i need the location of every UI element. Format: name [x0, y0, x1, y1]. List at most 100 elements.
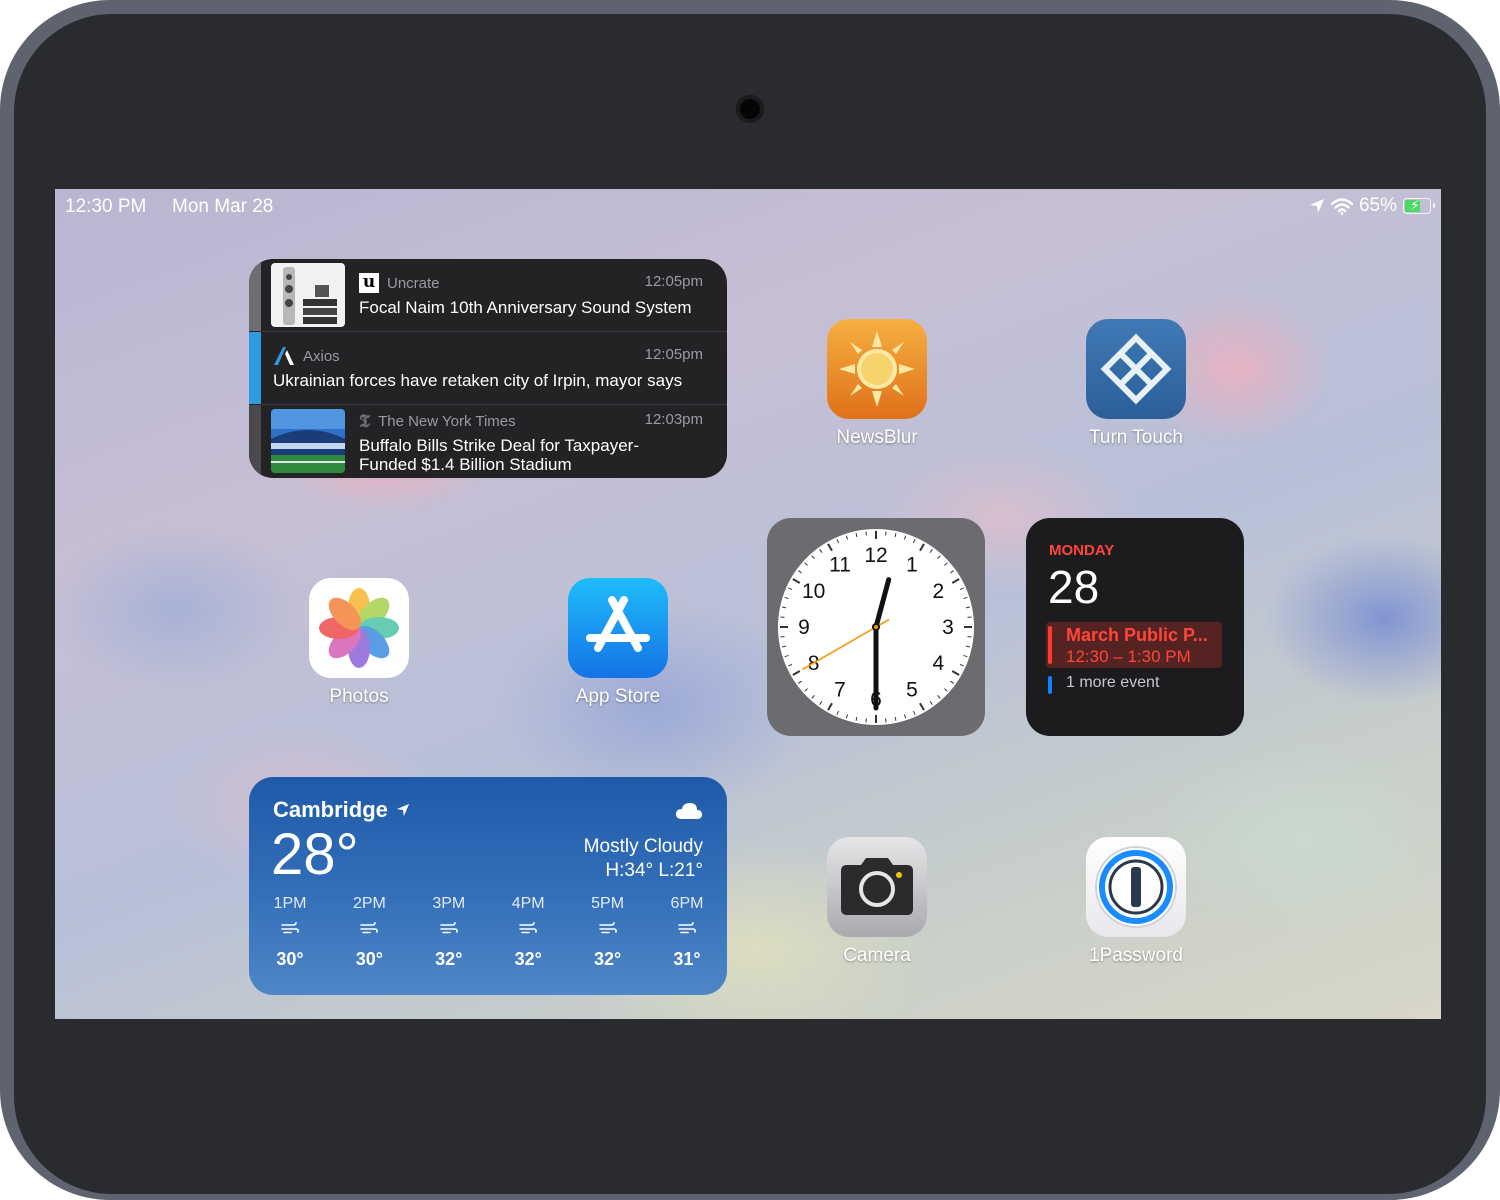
- home-screen: 12:30 PM Mon Mar 28 65% ⚡: [55, 189, 1441, 1019]
- location-arrow-icon: [1309, 198, 1325, 214]
- news-widget[interactable]: u Uncrate 12:05pm Focal Naim 10th Annive…: [249, 259, 727, 478]
- battery-icon: ⚡: [1403, 198, 1431, 214]
- forecast-hour: 1PM 30°: [265, 895, 315, 970]
- news-accent-bar: [249, 405, 261, 477]
- analog-clock: 121234567891011: [767, 518, 985, 736]
- calendar-widget[interactable]: MONDAY 28 March Public P... 12:30 – 1:30…: [1026, 518, 1244, 736]
- clock-number: 4: [933, 652, 945, 675]
- forecast-temp: 31°: [662, 949, 712, 970]
- photos-icon: [309, 578, 409, 678]
- forecast-hour-label: 2PM: [344, 895, 394, 913]
- wind-icon: [424, 921, 474, 941]
- news-source: 𝕿 The New York Times: [359, 411, 516, 432]
- weather-widget[interactable]: Cambridge 28° Mostly Cloudy H:34° L:21° …: [249, 777, 727, 995]
- app-label: Camera: [797, 945, 957, 967]
- news-title: Buffalo Bills Strike Deal for Taxpayer- …: [359, 436, 639, 474]
- uncrate-logo-icon: u: [359, 273, 379, 293]
- weather-condition: Mostly Cloudy: [584, 836, 703, 858]
- news-item[interactable]: u Uncrate 12:05pm Focal Naim 10th Annive…: [249, 259, 727, 331]
- news-thumbnail-stadium: [271, 409, 345, 473]
- forecast-temp: 32°: [503, 949, 553, 970]
- forecast-hour-label: 3PM: [424, 895, 474, 913]
- news-source: u Uncrate: [359, 273, 440, 293]
- event-color-bar: [1048, 626, 1052, 664]
- 1password-icon: [1086, 837, 1186, 937]
- clock-number: 1: [906, 554, 918, 577]
- wind-icon: [583, 921, 633, 941]
- app-label: NewsBlur: [797, 427, 957, 449]
- wind-icon: [662, 921, 712, 941]
- clock-widget[interactable]: 121234567891011: [767, 518, 985, 736]
- forecast-hour-label: 1PM: [265, 895, 315, 913]
- news-thumbnail-speakers: [271, 263, 345, 327]
- weather-temp: 28°: [271, 821, 359, 888]
- calendar-weekday: MONDAY: [1049, 542, 1114, 559]
- forecast-hour-label: 6PM: [662, 895, 712, 913]
- forecast-temp: 32°: [583, 949, 633, 970]
- forecast-hour: 4PM 32°: [503, 895, 553, 970]
- clock-number: 11: [829, 554, 851, 577]
- wind-icon: [344, 921, 394, 941]
- clock-number: 7: [834, 678, 846, 701]
- app-newsblur[interactable]: NewsBlur: [827, 319, 927, 449]
- clock-number: 12: [864, 544, 887, 567]
- forecast-temp: 30°: [265, 949, 315, 970]
- calendar-event: March Public P... 12:30 – 1:30 PM: [1046, 622, 1222, 668]
- forecast-temp: 32°: [424, 949, 474, 970]
- location-arrow-icon: [396, 803, 410, 817]
- app-label: 1Password: [1056, 945, 1216, 967]
- clock-number: 3: [942, 616, 954, 639]
- news-time: 12:03pm: [645, 411, 703, 428]
- forecast-temp: 30°: [344, 949, 394, 970]
- clock-number: 2: [933, 580, 945, 603]
- forecast-hour-label: 4PM: [503, 895, 553, 913]
- app-label: Photos: [279, 686, 439, 708]
- forecast-hour: 2PM 30°: [344, 895, 394, 970]
- forecast-hour: 5PM 32°: [583, 895, 633, 970]
- news-accent-bar: [249, 259, 261, 331]
- wind-icon: [265, 921, 315, 941]
- news-title: Focal Naim 10th Anniversary Sound System: [359, 298, 692, 317]
- battery-percent: 65%: [1359, 195, 1397, 217]
- camera-icon: [827, 837, 927, 937]
- calendar-day: 28: [1048, 560, 1099, 614]
- status-date: Mon Mar 28: [172, 196, 273, 218]
- app-1password[interactable]: 1Password: [1086, 837, 1186, 967]
- newsblur-icon: [827, 319, 927, 419]
- front-camera: [736, 95, 764, 123]
- status-time: 12:30 PM: [65, 196, 146, 218]
- status-bar: 12:30 PM Mon Mar 28 65% ⚡: [55, 189, 1441, 223]
- clock-number: 10: [802, 580, 825, 603]
- turn-touch-icon: [1086, 319, 1186, 419]
- app-store-icon: [568, 578, 668, 678]
- weather-city: Cambridge: [273, 797, 410, 823]
- clock-number: 5: [906, 678, 918, 701]
- app-turn-touch[interactable]: Turn Touch: [1086, 319, 1186, 449]
- clock-number: 9: [798, 616, 810, 639]
- forecast-hour-label: 5PM: [583, 895, 633, 913]
- wind-icon: [503, 921, 553, 941]
- news-item[interactable]: Axios 12:05pm Ukrainian forces have reta…: [249, 332, 727, 404]
- axios-logo-icon: [273, 346, 295, 366]
- nyt-logo-icon: 𝕿: [359, 411, 370, 432]
- app-camera[interactable]: Camera: [827, 837, 927, 967]
- app-app-store[interactable]: App Store: [568, 578, 668, 708]
- forecast-hour: 6PM 31°: [662, 895, 712, 970]
- news-source: Axios: [273, 346, 340, 366]
- news-accent-bar: [249, 332, 261, 404]
- app-photos[interactable]: Photos: [309, 578, 409, 708]
- app-label: Turn Touch: [1056, 427, 1216, 449]
- weather-hilo: H:34° L:21°: [605, 860, 703, 882]
- forecast-hour: 3PM 32°: [424, 895, 474, 970]
- news-time: 12:05pm: [645, 346, 703, 363]
- news-title: Ukrainian forces have retaken city of Ir…: [273, 371, 682, 390]
- news-time: 12:05pm: [645, 273, 703, 290]
- wifi-icon: [1331, 198, 1353, 215]
- cloud-icon: [675, 801, 703, 821]
- event-time: 12:30 – 1:30 PM: [1066, 647, 1191, 667]
- more-events-bar: [1048, 676, 1052, 694]
- app-label: App Store: [538, 686, 698, 708]
- event-title: March Public P...: [1066, 625, 1208, 646]
- status-indicators: 65% ⚡: [1309, 195, 1431, 217]
- news-item[interactable]: 𝕿 The New York Times 12:03pm Buffalo Bil…: [249, 405, 727, 477]
